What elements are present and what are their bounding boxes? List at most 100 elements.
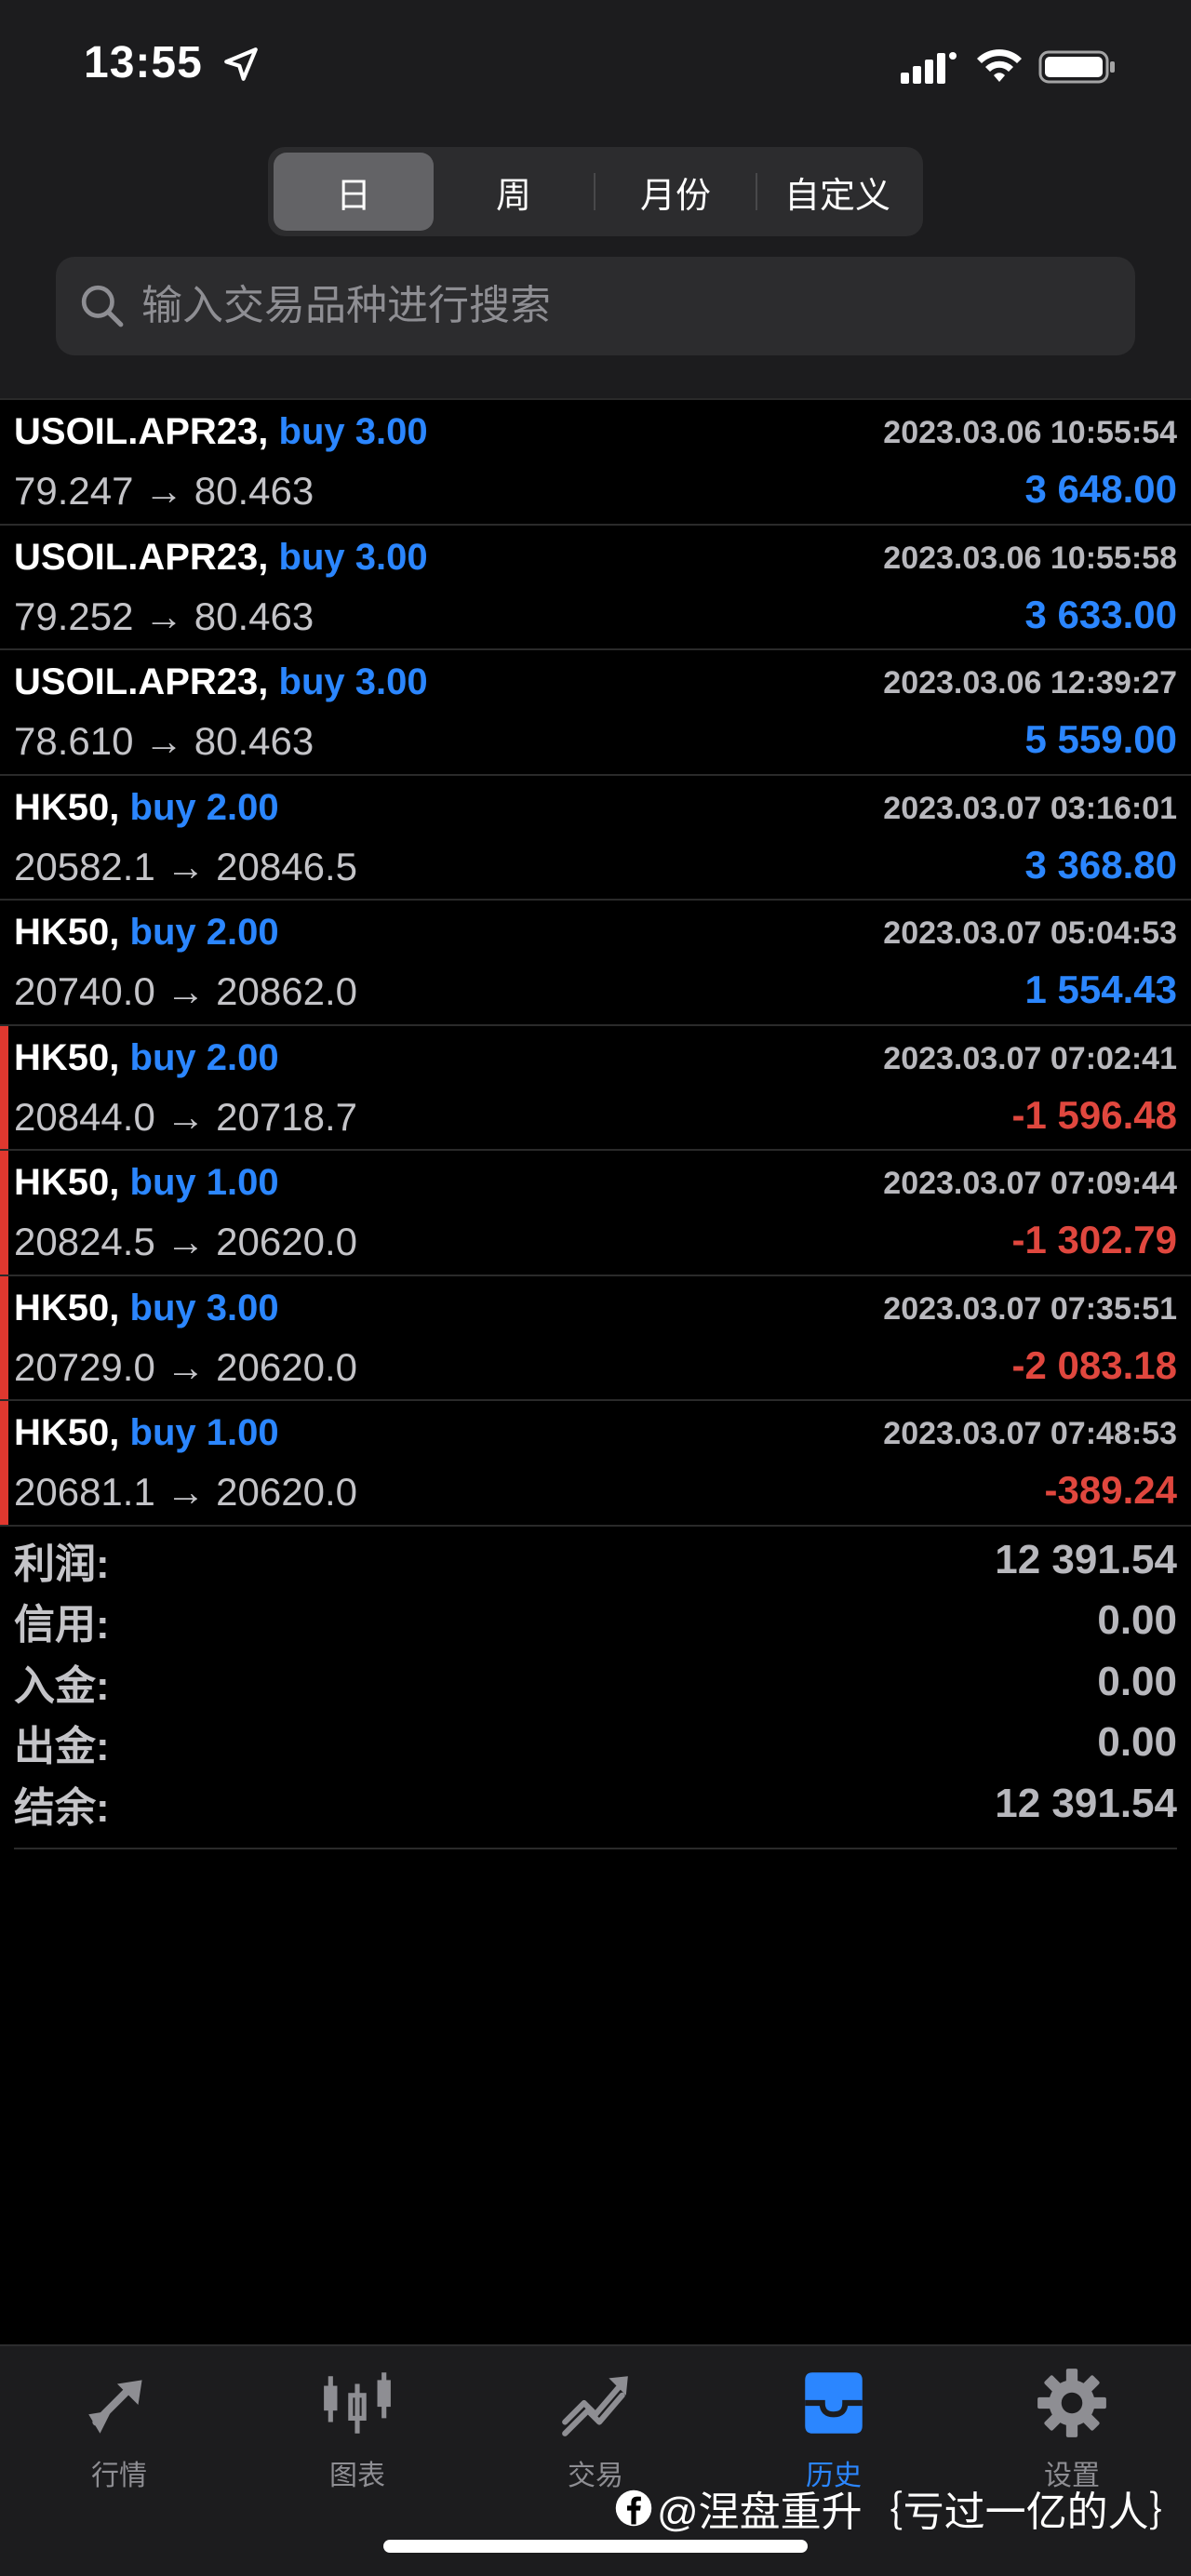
watermark-text: @涅盘重升｛亏过一亿的人｝ bbox=[657, 2489, 1190, 2535]
deal-row[interactable]: USOIL.APR23, buy 3.00 2023.03.06 12:39:2… bbox=[0, 650, 1191, 776]
candlestick-chart-icon bbox=[324, 2372, 391, 2434]
tab-trade[interactable]: 交易 bbox=[476, 2346, 715, 2495]
summary-label: 信用: bbox=[14, 1602, 110, 1648]
status-time: 13:55 bbox=[84, 38, 203, 87]
account-summary: 利润: 12 391.54 信用: 0.00 入金: 0.00 出金: 0.00… bbox=[14, 1529, 1177, 1849]
deal-prices: 78.610 → 80.463 bbox=[14, 719, 314, 763]
tab-settings[interactable]: 设置 bbox=[953, 2346, 1191, 2495]
deal-profit: 3 368.80 bbox=[1024, 842, 1178, 887]
deal-list: USOIL.APR23, buy 3.00 2023.03.06 10:55:5… bbox=[0, 398, 1191, 1527]
deal-profit: 3 648.00 bbox=[1024, 467, 1178, 511]
deal-row[interactable]: USOIL.APR23, buy 3.00 2023.03.06 10:55:5… bbox=[0, 526, 1191, 650]
tab-history[interactable]: 历史 bbox=[715, 2346, 953, 2495]
period-tab-month[interactable]: 月份 bbox=[596, 153, 756, 231]
summary-value: 0.00 bbox=[1097, 1658, 1177, 1704]
deal-symbol: USOIL.APR23, bbox=[14, 411, 269, 452]
deal-time: 2023.03.06 10:55:54 bbox=[883, 415, 1177, 450]
period-tab-day[interactable]: 日 bbox=[274, 153, 434, 231]
deal-symbol: USOIL.APR23, bbox=[14, 661, 269, 702]
deal-row[interactable]: USOIL.APR23, buy 3.00 2023.03.06 10:55:5… bbox=[0, 400, 1191, 526]
summary-label: 出金: bbox=[14, 1724, 110, 1770]
deal-side-volume: buy 1.00 bbox=[129, 1412, 279, 1453]
summary-value: 0.00 bbox=[1097, 1597, 1177, 1644]
location-arrow-icon bbox=[224, 47, 258, 81]
deal-time: 2023.03.07 07:48:53 bbox=[883, 1416, 1177, 1451]
watermark: @涅盘重升｛亏过一亿的人｝ bbox=[614, 2478, 1190, 2538]
deal-row[interactable]: HK50, buy 2.00 2023.03.07 03:16:01 20582… bbox=[0, 776, 1191, 901]
gear-icon bbox=[1037, 2369, 1106, 2437]
deal-title: HK50, buy 1.00 bbox=[14, 1162, 279, 1204]
deal-title: HK50, buy 2.00 bbox=[14, 912, 279, 954]
deal-row[interactable]: HK50, buy 2.00 2023.03.07 07:02:41 20844… bbox=[0, 1025, 1191, 1151]
status-bar: 13:55 bbox=[0, 0, 1191, 130]
deal-prices: 20740.0 → 20862.0 bbox=[14, 969, 357, 1013]
trade-trend-icon bbox=[562, 2376, 628, 2436]
facebook-icon bbox=[615, 2489, 652, 2527]
deal-prices: 20729.0 → 20620.0 bbox=[14, 1344, 357, 1389]
deal-title: USOIL.APR23, buy 3.00 bbox=[14, 661, 428, 703]
summary-balance: 结余: 12 391.54 bbox=[14, 1773, 1177, 1835]
deal-side-volume: buy 2.00 bbox=[129, 786, 279, 828]
tab-charts[interactable]: 图表 bbox=[238, 2346, 476, 2495]
deal-symbol: USOIL.APR23, bbox=[14, 536, 269, 578]
deal-prices: 79.247 → 80.463 bbox=[14, 469, 314, 513]
header-area: 13:55 日 周 月份 自定义 输入交易品种进行搜索 bbox=[0, 0, 1191, 398]
summary-value: 12 391.54 bbox=[995, 1536, 1177, 1582]
summary-withdrawal: 出金: 0.00 bbox=[14, 1713, 1177, 1774]
summary-credit: 信用: 0.00 bbox=[14, 1591, 1177, 1652]
deal-symbol: HK50, bbox=[14, 1287, 120, 1328]
deal-profit: 5 559.00 bbox=[1024, 717, 1178, 761]
deal-side-volume: buy 2.00 bbox=[129, 912, 279, 953]
deal-row[interactable]: HK50, buy 1.00 2023.03.07 07:09:44 20824… bbox=[0, 1151, 1191, 1276]
deal-title: HK50, buy 1.00 bbox=[14, 1412, 279, 1454]
deal-symbol: HK50, bbox=[14, 1162, 120, 1203]
deal-side-volume: buy 1.00 bbox=[129, 1162, 279, 1203]
summary-value: 0.00 bbox=[1097, 1719, 1177, 1766]
deal-side-volume: buy 2.00 bbox=[129, 1036, 279, 1078]
deal-prices: 20582.1 → 20846.5 bbox=[14, 844, 357, 888]
cellular-signal-icon bbox=[901, 52, 957, 84]
deal-time: 2023.03.06 10:55:58 bbox=[883, 540, 1177, 576]
deal-symbol: HK50, bbox=[14, 1412, 120, 1453]
history-inbox-icon bbox=[805, 2372, 863, 2434]
deal-title: HK50, buy 2.00 bbox=[14, 1037, 279, 1079]
deal-title: USOIL.APR23, buy 3.00 bbox=[14, 537, 428, 579]
deal-profit: -2 083.18 bbox=[1011, 1342, 1177, 1387]
deal-side-volume: buy 3.00 bbox=[129, 1287, 279, 1328]
deal-title: HK50, buy 2.00 bbox=[14, 787, 279, 829]
period-tab-custom[interactable]: 自定义 bbox=[757, 153, 917, 231]
period-tab-week[interactable]: 周 bbox=[434, 153, 594, 231]
deal-prices: 20681.1 → 20620.0 bbox=[14, 1470, 357, 1514]
deal-row[interactable]: HK50, buy 3.00 2023.03.07 07:35:51 20729… bbox=[0, 1275, 1191, 1401]
home-indicator bbox=[383, 2540, 808, 2553]
deal-profit: -389.24 bbox=[1044, 1468, 1177, 1512]
deal-side-volume: buy 3.00 bbox=[278, 661, 428, 702]
deal-prices: 20824.5 → 20620.0 bbox=[14, 1220, 357, 1263]
deal-time: 2023.03.07 07:02:41 bbox=[883, 1040, 1177, 1076]
deal-time: 2023.03.07 03:16:01 bbox=[883, 790, 1177, 826]
tab-label: 图表 bbox=[329, 2461, 385, 2491]
deal-profit: 1 554.43 bbox=[1024, 968, 1178, 1011]
deal-row[interactable]: HK50, buy 1.00 2023.03.07 07:48:53 20681… bbox=[0, 1401, 1191, 1527]
search-input[interactable] bbox=[141, 283, 1135, 329]
summary-label: 入金: bbox=[14, 1662, 110, 1709]
deal-side-volume: buy 3.00 bbox=[278, 536, 428, 578]
deal-side-volume: buy 3.00 bbox=[278, 411, 428, 452]
wifi-icon bbox=[977, 49, 1022, 82]
history-screen: 13:55 日 周 月份 自定义 输入交易品种进行搜索 USOIL.APR23,… bbox=[0, 0, 1191, 2576]
summary-deposit: 入金: 0.00 bbox=[14, 1651, 1177, 1713]
deal-row[interactable]: HK50, buy 2.00 2023.03.07 05:04:53 20740… bbox=[0, 901, 1191, 1026]
deal-profit: 3 633.00 bbox=[1024, 592, 1178, 636]
deal-prices: 20844.0 → 20718.7 bbox=[14, 1094, 357, 1139]
deal-time: 2023.03.06 12:39:27 bbox=[883, 665, 1177, 701]
summary-profit: 利润: 12 391.54 bbox=[14, 1529, 1177, 1591]
period-selector: 日 周 月份 自定义 bbox=[268, 147, 923, 236]
deal-profit: -1 302.79 bbox=[1011, 1218, 1177, 1261]
quotes-arrows-icon bbox=[88, 2380, 142, 2434]
tab-quotes[interactable]: 行情 bbox=[0, 2346, 238, 2495]
battery-icon bbox=[1038, 50, 1115, 84]
search-bar[interactable] bbox=[56, 257, 1135, 355]
deal-symbol: HK50, bbox=[14, 912, 120, 953]
search-icon bbox=[81, 285, 124, 327]
deal-profit: -1 596.48 bbox=[1011, 1092, 1177, 1137]
